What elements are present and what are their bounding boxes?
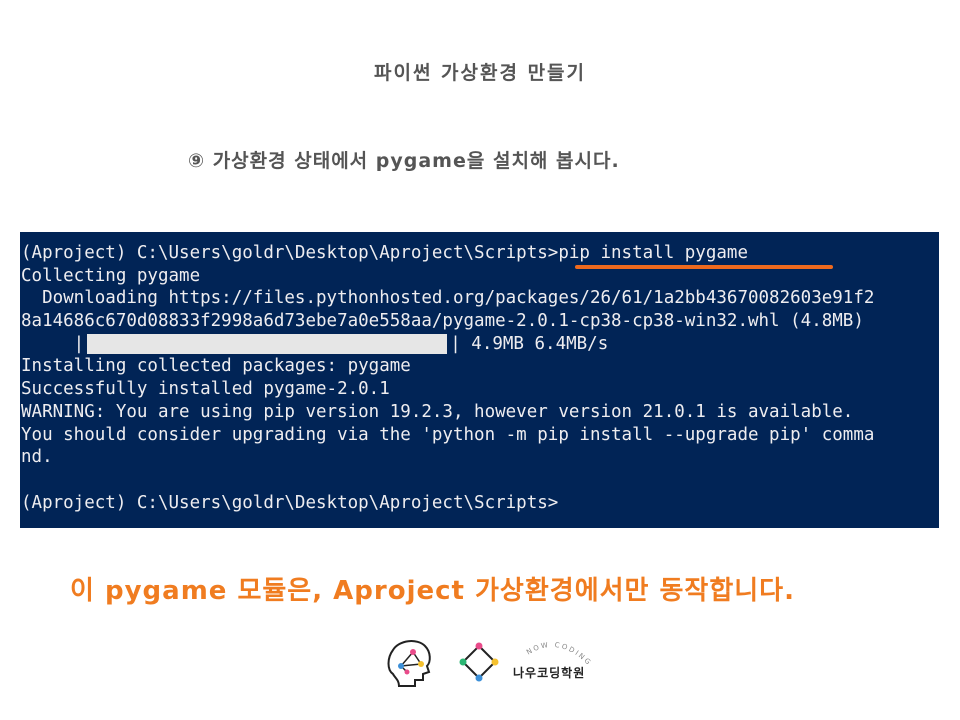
command-highlight-underline: [575, 265, 833, 269]
svg-text:NOW CODING: NOW CODING: [525, 641, 593, 666]
terminal-line-success: Successfully installed pygame-2.0.1: [21, 379, 390, 400]
terminal-line-installing: Installing collected packages: pygame: [21, 356, 411, 377]
terminal-window[interactable]: (Aproject) C:\Users\goldr\Desktop\Aproje…: [20, 232, 939, 528]
logo: NOW CODING 나우코딩학원: [385, 630, 605, 694]
progress-bar: [87, 334, 448, 355]
step-instruction: ⑨ 가상환경 상태에서 pygame을 설치해 봅시다.: [188, 150, 620, 172]
terminal-progress-line: | | 4.9MB 6.4MB/s: [21, 333, 939, 356]
note-text: 이 pygame 모듈은, Aproject 가상환경에서만 동작합니다.: [70, 576, 795, 606]
terminal-line-upgrade-hint: You should consider upgrading via the 'p…: [21, 424, 875, 445]
progress-bar-fill: [87, 334, 448, 355]
terminal-line-command: (Aproject) C:\Users\goldr\Desktop\Aproje…: [21, 243, 748, 263]
brain-network-icon: [385, 636, 435, 696]
terminal-line-prompt: (Aproject) C:\Users\goldr\Desktop\Aproje…: [21, 492, 559, 513]
terminal-line-download-url: 8a14686c670d08833f2998a6d73ebe7a0e558aa/…: [21, 311, 864, 332]
logo-name: 나우코딩학원: [513, 666, 586, 680]
page-title: 파이썬 가상환경 만들기: [373, 62, 587, 84]
terminal-line-warning: WARNING: You are using pip version 19.2.…: [21, 401, 854, 422]
diamond-network-icon: [459, 642, 499, 686]
progress-suffix: | 4.9MB 6.4MB/s: [450, 333, 609, 354]
terminal-line-downloading: Downloading https://files.pythonhosted.o…: [21, 288, 875, 309]
progress-prefix: |: [21, 333, 85, 354]
terminal-line-upgrade-hint-cont: nd.: [21, 447, 53, 468]
